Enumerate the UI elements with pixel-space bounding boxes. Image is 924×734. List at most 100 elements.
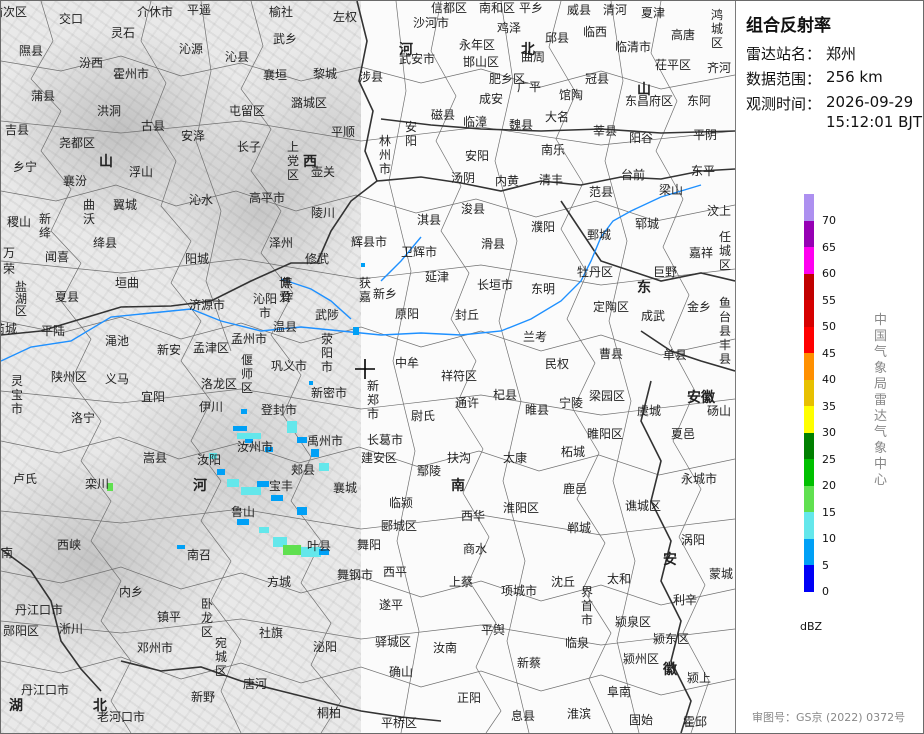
place-label: 闻喜 xyxy=(45,250,70,264)
place-label: 汾西 xyxy=(79,56,104,70)
place-label: 区 xyxy=(241,381,254,395)
legend-tick-label: 65 xyxy=(822,240,836,254)
legend-swatch xyxy=(804,379,814,406)
province-label: 山 xyxy=(637,82,651,98)
place-label: 正阳 xyxy=(457,691,482,705)
province-label: 河 xyxy=(193,478,207,494)
legend-swatch xyxy=(804,273,814,300)
legend-swatch xyxy=(804,512,814,539)
place-label: 阜南 xyxy=(607,685,632,699)
place-label: 市 xyxy=(259,306,272,320)
place-label: 高唐 xyxy=(671,28,696,42)
place-label: 禹州市 xyxy=(307,434,344,448)
place-label: 丰 xyxy=(719,338,732,352)
place-label: 孟州市 xyxy=(231,332,268,346)
place-label: 谯城区 xyxy=(625,499,662,513)
place-label: 濮阳 xyxy=(531,220,556,234)
radar-station-marker xyxy=(355,359,375,379)
place-label: 市 xyxy=(581,613,594,627)
place-label: 单县 xyxy=(663,348,688,362)
place-label: 潞城区 xyxy=(291,96,328,110)
range-label: 数据范围： xyxy=(746,70,822,88)
place-label: 淅川 xyxy=(59,622,84,636)
info-panel: 组合反射率 雷达站名： 郑州 数据范围： 256 km 观测时间： 2026-0… xyxy=(735,1,923,733)
time-value-date: 2026-09-29 xyxy=(826,93,914,111)
place-label: 范县 xyxy=(589,185,614,199)
place-label: 中牟 xyxy=(395,356,420,370)
place-label: 清丰 xyxy=(539,173,564,187)
place-label: 祥符区 xyxy=(441,369,478,383)
legend-swatch xyxy=(804,459,814,486)
province-label: 西 xyxy=(303,154,317,170)
place-label: 鄄城 xyxy=(587,228,612,242)
legend-swatch xyxy=(804,194,814,221)
place-label: 成武 xyxy=(641,309,666,323)
place-label: 平遥 xyxy=(187,3,212,17)
place-label: 台 xyxy=(719,310,732,324)
province-label: 北 xyxy=(521,42,535,58)
place-label: 汝州市 xyxy=(237,440,274,454)
time-value-time: 15:12:01 BJT xyxy=(826,113,923,131)
place-label: 睢阳区 xyxy=(587,427,624,441)
place-label: 梁山 xyxy=(659,183,684,197)
place-label: 建安区 xyxy=(361,451,398,465)
place-label: 县 xyxy=(719,352,732,366)
place-label: 临西 xyxy=(583,25,608,39)
place-label: 新 xyxy=(39,212,52,226)
place-label: 新乡 xyxy=(373,287,398,301)
legend-tick-label: 20 xyxy=(822,479,836,492)
place-label: 汤阴 xyxy=(451,171,476,185)
place-label: 卫辉市 xyxy=(401,245,438,259)
place-label: 临颍 xyxy=(389,496,414,510)
place-label: 巨野 xyxy=(653,265,678,279)
province-label: 山 xyxy=(99,154,113,170)
place-label: 新蔡 xyxy=(517,656,542,670)
place-label: 兰考 xyxy=(523,330,548,344)
place-label: 城 xyxy=(215,650,228,664)
legend-swatch xyxy=(804,300,814,327)
place-label: 丹江口市 xyxy=(21,683,70,697)
place-label: 鹿邑 xyxy=(563,482,588,496)
place-label: 邯山区 xyxy=(463,55,500,69)
place-label: 襄城 xyxy=(333,481,358,495)
place-label: 栾川 xyxy=(85,477,110,491)
place-label: 霍州市 xyxy=(113,67,150,81)
place-label: 颍上 xyxy=(687,671,712,685)
place-label: 信都区 xyxy=(431,1,468,15)
place-label: 颍东区 xyxy=(653,632,690,646)
place-label: 辉县市 xyxy=(351,235,388,249)
place-label: 县 xyxy=(719,324,732,338)
place-label: 郧阳区 xyxy=(3,624,40,638)
place-label: 首 xyxy=(581,599,594,613)
place-label: 延津 xyxy=(425,270,450,284)
place-label: 翼城 xyxy=(113,198,138,212)
legend-tick-label: 10 xyxy=(822,532,836,545)
legend-tick-label: 55 xyxy=(822,293,836,307)
place-label: 平顺 xyxy=(331,125,356,139)
place-label: 邓州市 xyxy=(137,641,174,655)
place-label: 项城市 xyxy=(501,584,538,598)
place-label: 平阴 xyxy=(693,128,718,142)
place-label: 平舆 xyxy=(481,623,506,637)
place-label: 内黄 xyxy=(495,174,520,188)
place-label: 洛宁 xyxy=(71,411,96,425)
place-label: 襄垣 xyxy=(263,68,288,82)
organization-vertical-text: 中国气象局雷达气象中心 xyxy=(874,313,894,488)
product-title: 组合反射率 xyxy=(746,16,831,36)
legend-swatch xyxy=(804,353,814,380)
place-label: 鲁山 xyxy=(231,505,256,519)
place-label: 陕州区 xyxy=(51,370,88,384)
place-label: 驿城区 xyxy=(375,635,412,649)
place-label: 杞县 xyxy=(493,388,518,402)
province-label: 东 xyxy=(637,280,651,296)
place-label: 魏县 xyxy=(509,118,534,132)
place-label: 涉县 xyxy=(359,70,384,84)
place-label: 东明 xyxy=(531,282,556,296)
place-label: 安 xyxy=(405,120,418,134)
place-label: 牡丹区 xyxy=(577,265,614,279)
place-label: 夏邑 xyxy=(671,427,696,441)
place-label: 东阿 xyxy=(687,94,712,108)
place-label: 武陟 xyxy=(315,308,340,322)
place-label: 义马 xyxy=(105,372,130,386)
place-label: 浮山 xyxy=(129,165,154,179)
